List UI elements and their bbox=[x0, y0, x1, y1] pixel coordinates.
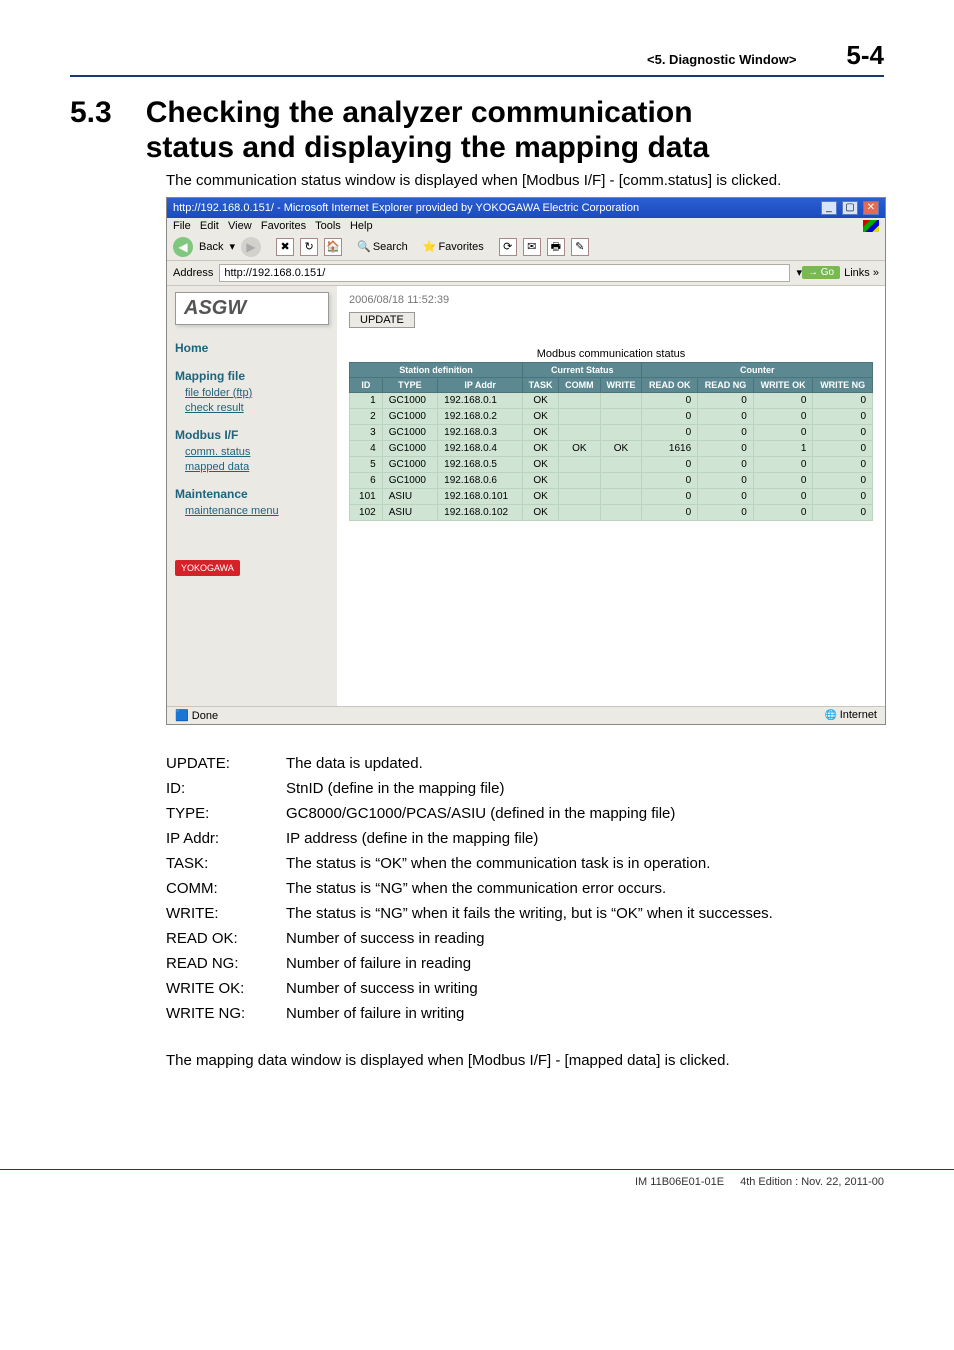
definition-row: WRITE NG:Number of failure in writing bbox=[166, 1005, 884, 1022]
page-footer: IM 11B06E01-01E 4th Edition : Nov. 22, 2… bbox=[0, 1169, 954, 1208]
footer-pub: IM 11B06E01-01E bbox=[635, 1176, 724, 1188]
footer-edition: 4th Edition : Nov. 22, 2011-00 bbox=[740, 1176, 884, 1188]
timestamp: 2006/08/18 11:52:39 bbox=[349, 294, 873, 306]
menu-favorites[interactable]: Favorites bbox=[261, 220, 306, 232]
definition-row: READ OK:Number of success in reading bbox=[166, 930, 884, 947]
update-button[interactable]: UPDATE bbox=[349, 312, 415, 328]
mail-button[interactable]: ✉ bbox=[523, 238, 541, 256]
definition-row: COMM:The status is “NG” when the communi… bbox=[166, 880, 884, 897]
status-done: 🟦 Done bbox=[175, 709, 218, 722]
menu-edit[interactable]: Edit bbox=[200, 220, 219, 232]
sidebar-maintenance: Maintenance bbox=[175, 487, 329, 501]
home-button[interactable]: 🏠 bbox=[324, 238, 342, 256]
favorites-button[interactable]: ⭐ Favorites bbox=[423, 240, 484, 253]
definition-row: ID:StnID (define in the mapping file) bbox=[166, 780, 884, 797]
col-task: TASK bbox=[523, 377, 559, 392]
definition-row: IP Addr:IP address (define in the mappin… bbox=[166, 830, 884, 847]
definition-row: WRITE OK:Number of success in writing bbox=[166, 980, 884, 997]
history-button[interactable]: ⟳ bbox=[499, 238, 517, 256]
definition-row: TASK:The status is “OK” when the communi… bbox=[166, 855, 884, 872]
search-button[interactable]: 🔍 Search bbox=[357, 240, 408, 253]
menu-view[interactable]: View bbox=[228, 220, 252, 232]
window-titlebar: http://192.168.0.151/ - Microsoft Intern… bbox=[167, 198, 885, 218]
sidebar-modbus-if: Modbus I/F bbox=[175, 428, 329, 442]
links-label[interactable]: Links bbox=[844, 267, 870, 279]
status-bar: 🟦 Done Internet bbox=[167, 706, 885, 724]
col-ip: IP Addr bbox=[438, 377, 523, 392]
sidebar: ASGW Home Mapping file file folder (ftp)… bbox=[167, 286, 337, 706]
table-row: 101ASIU192.168.0.101OK0000 bbox=[350, 488, 873, 504]
address-bar: Address ▾ → Go Links » bbox=[167, 261, 885, 286]
definition-row: UPDATE:The data is updated. bbox=[166, 755, 884, 772]
table-row: 2GC1000192.168.0.2OK0000 bbox=[350, 408, 873, 424]
asgw-logo: ASGW bbox=[175, 292, 329, 325]
address-label: Address bbox=[173, 267, 213, 279]
modbus-table: Station definition Current Status Counte… bbox=[349, 362, 873, 521]
yokogawa-badge: YOKOGAWA bbox=[175, 560, 240, 576]
col-read-ok: READ OK bbox=[642, 377, 698, 392]
menu-bar: File Edit View Favorites Tools Help bbox=[167, 218, 885, 234]
section-number: 5.3 bbox=[70, 95, 112, 131]
col-write: WRITE bbox=[600, 377, 642, 392]
ie-flag-icon bbox=[863, 220, 879, 232]
table-row: 5GC1000192.168.0.5OK0000 bbox=[350, 456, 873, 472]
definition-row: TYPE:GC8000/GC1000/PCAS/ASIU (defined in… bbox=[166, 805, 884, 822]
address-input[interactable] bbox=[219, 264, 790, 282]
table-row: 102ASIU192.168.0.102OK0000 bbox=[350, 504, 873, 520]
col-id: ID bbox=[350, 377, 383, 392]
definition-row: WRITE:The status is “NG” when it fails t… bbox=[166, 905, 884, 922]
menu-tools[interactable]: Tools bbox=[315, 220, 341, 232]
col-group-current: Current Status bbox=[523, 362, 642, 377]
definition-row: READ NG:Number of failure in reading bbox=[166, 955, 884, 972]
col-read-ng: READ NG bbox=[698, 377, 754, 392]
table-row: 4GC1000192.168.0.4OKOKOK1616010 bbox=[350, 440, 873, 456]
col-group-counter: Counter bbox=[642, 362, 873, 377]
table-row: 3GC1000192.168.0.3OK0000 bbox=[350, 424, 873, 440]
go-button[interactable]: → Go bbox=[802, 266, 840, 279]
menu-file[interactable]: File bbox=[173, 220, 191, 232]
menu-help[interactable]: Help bbox=[350, 220, 373, 232]
forward-button[interactable]: ▶ bbox=[241, 237, 261, 257]
main-panel: 2006/08/18 11:52:39 UPDATE Modbus commun… bbox=[337, 286, 885, 706]
sidebar-comm-status[interactable]: comm. status bbox=[185, 446, 329, 458]
edit-button[interactable]: ✎ bbox=[571, 238, 589, 256]
table-row: 6GC1000192.168.0.6OK0000 bbox=[350, 472, 873, 488]
print-button[interactable]: 🖶 bbox=[547, 238, 565, 256]
page-number: 5-4 bbox=[846, 40, 884, 71]
sidebar-home[interactable]: Home bbox=[175, 341, 329, 355]
sidebar-check-result[interactable]: check result bbox=[185, 402, 329, 414]
sidebar-maintenance-menu[interactable]: maintenance menu bbox=[185, 505, 329, 517]
toolbar: ◀ Back ▾ ▶ ✖ ↻ 🏠 🔍 Search ⭐ Favorites ⟳ … bbox=[167, 234, 885, 261]
col-group-station: Station definition bbox=[350, 362, 523, 377]
section-title: Checking the analyzer communication stat… bbox=[146, 95, 709, 166]
screenshot: http://192.168.0.151/ - Microsoft Intern… bbox=[166, 197, 886, 725]
window-title: http://192.168.0.151/ - Microsoft Intern… bbox=[173, 202, 639, 214]
maximize-button[interactable]: ▢ bbox=[842, 201, 858, 215]
trailing-text: The mapping data window is displayed whe… bbox=[166, 1052, 884, 1069]
col-write-ng: WRITE NG bbox=[813, 377, 873, 392]
definitions: UPDATE:The data is updated. ID:StnID (def… bbox=[166, 755, 884, 1022]
back-button[interactable]: ◀ bbox=[173, 237, 193, 257]
status-label: Modbus communication status bbox=[349, 348, 873, 360]
back-label: Back bbox=[199, 241, 223, 253]
col-comm: COMM bbox=[559, 377, 600, 392]
window-buttons: _ ▢ ✕ bbox=[819, 201, 879, 215]
sidebar-mapped-data[interactable]: mapped data bbox=[185, 461, 329, 473]
refresh-button[interactable]: ↻ bbox=[300, 238, 318, 256]
sidebar-mapping-file: Mapping file bbox=[175, 369, 329, 383]
col-type: TYPE bbox=[382, 377, 437, 392]
chapter-ref: <5. Diagnostic Window> bbox=[647, 52, 796, 67]
stop-button[interactable]: ✖ bbox=[276, 238, 294, 256]
status-zone: Internet bbox=[824, 709, 877, 722]
minimize-button[interactable]: _ bbox=[821, 201, 837, 215]
table-row: 1GC1000192.168.0.1OK0000 bbox=[350, 392, 873, 408]
section-intro: The communication status window is displ… bbox=[166, 172, 884, 189]
col-write-ok: WRITE OK bbox=[753, 377, 813, 392]
close-button[interactable]: ✕ bbox=[863, 201, 879, 215]
sidebar-file-folder[interactable]: file folder (ftp) bbox=[185, 387, 329, 399]
